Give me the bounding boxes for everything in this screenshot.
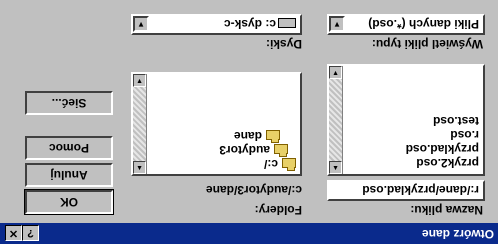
close-button[interactable]: ✕ [5, 225, 22, 241]
file-list-item[interactable]: r.osd [450, 128, 479, 142]
title-bar: Otwórz dane ? ✕ [0, 223, 498, 244]
drives-value: c: dysk-c [223, 17, 276, 31]
file-list-item[interactable]: test.osd [433, 114, 479, 128]
folder-open-icon [266, 130, 280, 140]
folders-label: Foldery: [254, 203, 302, 217]
file-list-scrollbar[interactable]: ▲ ▼ [329, 66, 343, 174]
dropdown-arrow-icon[interactable]: ▼ [329, 16, 345, 32]
cancel-button[interactable]: Anuluj [25, 163, 113, 187]
file-list[interactable]: przyk2.osd przyklad.osd r.osd test.osd ▲… [327, 64, 485, 176]
current-folder-path: c:/audytor3/dane [205, 183, 302, 197]
folder-tree[interactable]: c:/ audytor3 dane ▲ ▼ [131, 72, 302, 176]
scroll-down-arrow-icon[interactable]: ▼ [329, 66, 342, 79]
folder-tree-item[interactable]: c:/ [264, 157, 278, 171]
window-title: Otwórz dane [421, 227, 494, 241]
folder-tree-item[interactable]: dane [234, 129, 262, 143]
scroll-down-arrow-icon[interactable]: ▼ [133, 74, 146, 87]
scroll-up-arrow-icon[interactable]: ▲ [133, 161, 146, 174]
scroll-up-arrow-icon[interactable]: ▲ [329, 161, 342, 174]
network-button[interactable]: Sieć... [25, 91, 113, 115]
file-name-value: r:/dane/przyklad.osd [362, 183, 479, 197]
file-type-value: Pliki danych (*.osd) [368, 17, 479, 31]
help-question-button[interactable]: ? [22, 225, 39, 241]
file-name-label: Nazwa pliku: [410, 203, 483, 217]
dropdown-arrow-icon[interactable]: ▼ [133, 16, 149, 32]
folder-open-icon [282, 158, 296, 168]
folder-tree-item[interactable]: audytor3 [219, 143, 270, 157]
drive-icon [278, 18, 296, 28]
folder-open-icon [274, 144, 288, 154]
file-list-item[interactable]: przyklad.osd [406, 142, 479, 156]
ok-button[interactable]: OK [24, 189, 114, 215]
file-type-select[interactable]: Pliki danych (*.osd) ▼ [327, 14, 485, 35]
help-button[interactable]: Pomoc [25, 136, 113, 160]
drives-select[interactable]: c: dysk-c ▼ [131, 14, 302, 35]
file-list-item[interactable]: przyk2.osd [416, 156, 479, 170]
open-data-dialog: Otwórz dane ? ✕ Nazwa pliku: r:/dane/prz… [0, 0, 498, 244]
file-name-input[interactable]: r:/dane/przyklad.osd [327, 180, 485, 201]
drives-label: Dyski: [265, 37, 302, 51]
file-type-label: Wyświetl pliki typu: [371, 37, 483, 51]
folder-tree-scrollbar[interactable]: ▲ ▼ [133, 74, 147, 174]
